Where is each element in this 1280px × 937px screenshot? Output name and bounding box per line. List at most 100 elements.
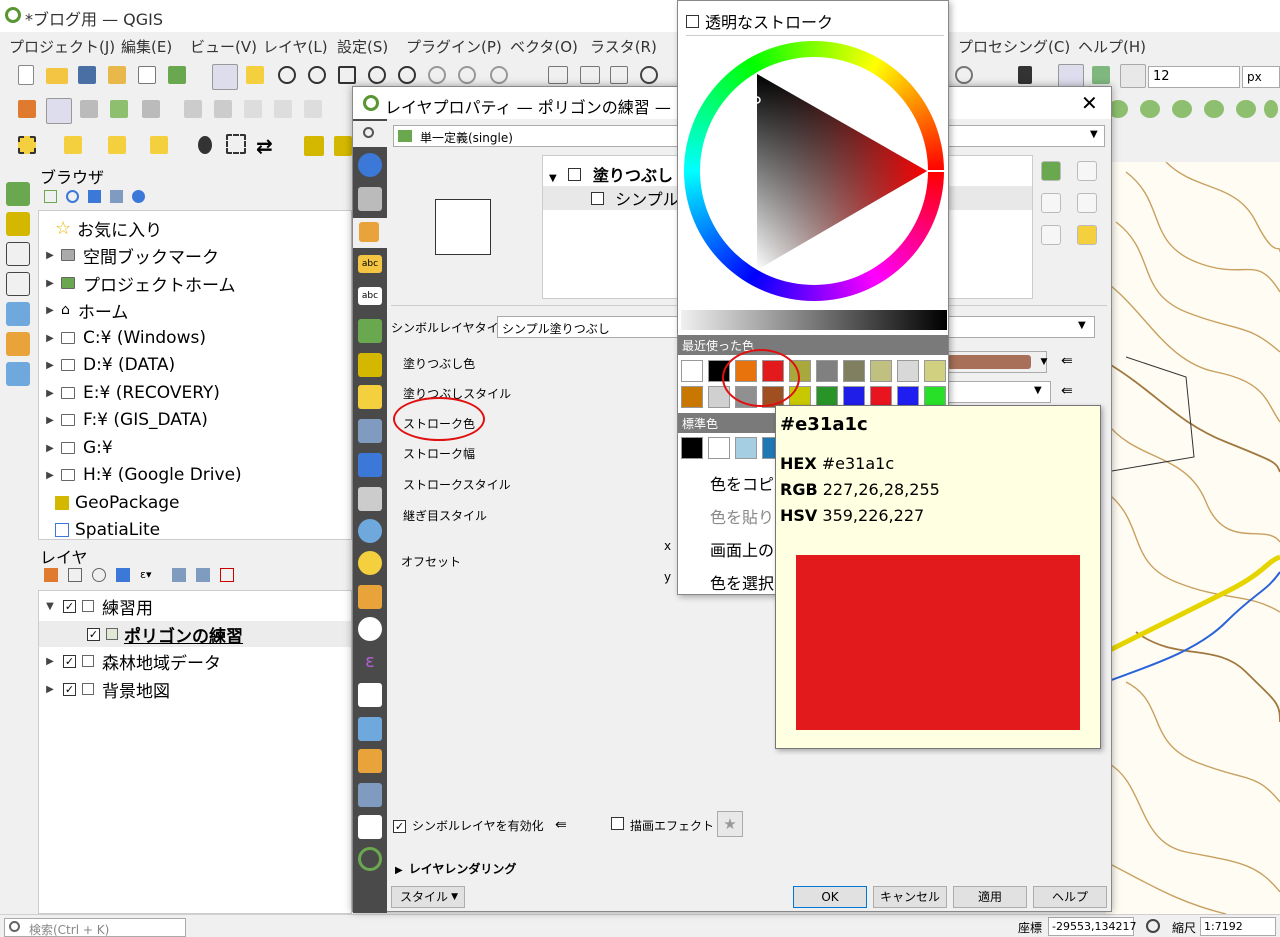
select-features-icon[interactable] [18, 136, 36, 154]
apply-button[interactable]: 適用 [953, 886, 1027, 908]
filter-legend-icon[interactable] [116, 568, 130, 582]
recent-swatch[interactable] [924, 360, 946, 382]
copy-features-icon[interactable] [274, 100, 292, 118]
browser-item-drive-f[interactable]: ▶ F:¥ (GIS_DATA) [43, 407, 208, 433]
add-virtual-layer-icon[interactable] [6, 362, 30, 386]
add-symbol-layer-icon[interactable] [1041, 161, 1061, 181]
browser-item-drive-e[interactable]: ▶ E:¥ (RECOVERY) [43, 380, 220, 406]
expand-arrow-icon[interactable]: ▶ [43, 443, 57, 454]
joins-tab-icon[interactable] [358, 453, 382, 477]
expression-filter-icon[interactable]: ε▾ [140, 568, 160, 582]
zoom-layer-icon[interactable] [368, 66, 386, 84]
save-edits-icon[interactable] [80, 100, 98, 118]
recent-swatch[interactable] [897, 360, 919, 382]
source-tab-icon[interactable] [358, 187, 382, 211]
menu-processing[interactable]: プロセシング(C) [958, 36, 1070, 57]
open-project-icon[interactable] [46, 68, 68, 84]
swap-arrows-icon[interactable]: ⇄ [256, 134, 273, 158]
zoom-native-icon[interactable] [428, 66, 446, 84]
recent-swatch[interactable] [681, 360, 703, 382]
browser-item-home[interactable]: ▶ ⌂ ホーム [43, 297, 128, 323]
sidebar-search[interactable] [353, 121, 387, 147]
digitize-shape-2-icon[interactable] [1140, 100, 1160, 118]
lock-scale-icon[interactable] [1146, 919, 1160, 933]
lock-color-icon[interactable] [1077, 225, 1097, 245]
run-feature-action-icon[interactable] [226, 134, 246, 154]
draw-effects-checkbox[interactable]: 描画エフェクト [611, 817, 714, 834]
data-defined-override-icon[interactable]: ⇚ [1061, 353, 1073, 369]
filter-icon[interactable] [88, 190, 101, 203]
pick-screen-color-item[interactable]: 画面上の [710, 537, 774, 561]
bookmark-icon[interactable] [610, 66, 628, 84]
add-spatialite-icon[interactable] [6, 272, 30, 296]
menu-help[interactable]: ヘルプ(H) [1078, 36, 1146, 57]
browser-item-drive-g[interactable]: ▶ G:¥ [43, 435, 113, 461]
layer-group-practice[interactable]: ▼ ✓ 練習用 [43, 593, 153, 619]
auxiliary-storage-tab-icon[interactable] [358, 487, 382, 511]
info-tab-icon[interactable] [358, 153, 382, 177]
add-group-icon[interactable] [68, 568, 82, 582]
snapping-unit-select[interactable]: px [1242, 66, 1280, 88]
coordinate-value[interactable]: -29553,134217 [1048, 917, 1136, 936]
expand-arrow-icon[interactable]: ▶ [43, 278, 57, 289]
new-project-icon[interactable] [18, 65, 34, 85]
qgis-logo-tab-icon[interactable] [358, 847, 382, 871]
digitize-shape-3-icon[interactable] [1172, 100, 1192, 118]
cancel-button[interactable]: キャンセル [873, 886, 947, 908]
effects-star-icon[interactable]: ★ [717, 811, 743, 837]
variables-tab-icon[interactable]: ε [358, 651, 382, 675]
recent-swatch[interactable] [870, 360, 892, 382]
expand-arrow-icon[interactable]: ▶ [43, 250, 57, 261]
expand-arrow-icon[interactable]: ▶ [43, 360, 57, 371]
scale-value[interactable]: 1:7192 [1200, 917, 1276, 936]
expand-arrow-icon[interactable]: ▶ [43, 656, 57, 667]
layer-group-background[interactable]: ▶ ✓ 背景地図 [43, 676, 170, 702]
alpha-slider[interactable] [681, 310, 947, 330]
add-delimited-text-icon[interactable] [6, 242, 30, 266]
identify-icon[interactable] [198, 136, 212, 154]
pan-selection-icon[interactable] [246, 66, 264, 84]
edit-pencil-icon[interactable] [18, 100, 36, 118]
delete-selected-icon[interactable] [214, 100, 232, 118]
snapping-tolerance-input[interactable]: 12 [1148, 66, 1240, 88]
standard-swatch[interactable] [681, 437, 703, 459]
print-layout-icon[interactable] [138, 66, 156, 84]
help-button[interactable]: ヘルプ [1033, 886, 1107, 908]
metadata-tab-icon[interactable] [358, 683, 382, 707]
clipboard-icon[interactable] [1018, 66, 1032, 84]
style-panel-icon[interactable] [44, 568, 58, 582]
menu-raster[interactable]: ラスタ(R) [590, 36, 657, 57]
visibility-checkbox[interactable]: ✓ [87, 627, 100, 641]
save-project-icon[interactable] [78, 66, 96, 84]
add-geopackage-icon[interactable] [6, 212, 30, 236]
select-location-icon[interactable] [150, 136, 168, 154]
expand-all-icon[interactable] [172, 568, 186, 582]
recent-swatch[interactable] [681, 386, 703, 408]
expand-arrow-icon[interactable]: ▶ [43, 415, 57, 426]
attributes-form-tab-icon[interactable] [358, 419, 382, 443]
expand-arrow-icon[interactable]: ▶ [43, 388, 57, 399]
add-vector-layer-icon[interactable] [6, 182, 30, 206]
browser-item-favorites[interactable]: ☆ お気に入り [55, 215, 162, 241]
visibility-checkbox[interactable]: ✓ [63, 599, 76, 613]
toggle-editing-icon[interactable] [46, 98, 72, 124]
choose-color-item[interactable]: 色を選択 [710, 570, 774, 594]
display-tab-icon[interactable] [358, 551, 382, 575]
cut-features-icon[interactable] [244, 100, 262, 118]
diagrams-tab-icon[interactable] [358, 353, 382, 377]
fill-color-dropdown[interactable]: ▼ [1037, 351, 1051, 373]
collapse-all-icon[interactable] [110, 190, 123, 203]
snapping-type-icon[interactable] [1120, 64, 1146, 88]
menu-edit[interactable]: 編集(E) [121, 36, 172, 57]
menu-project[interactable]: プロジェクト(J) [9, 36, 115, 57]
add-raster-icon[interactable] [6, 332, 30, 356]
vertex-tool-icon[interactable] [142, 100, 160, 118]
3d-cube-icon[interactable] [304, 136, 324, 156]
add-selected-icon[interactable] [44, 190, 57, 203]
snapping-vertex-icon[interactable] [1092, 66, 1110, 84]
color-wheel[interactable] [681, 38, 947, 304]
browser-item-project-home[interactable]: ▶ プロジェクトホーム [43, 270, 235, 296]
symbol-tree-root[interactable]: ▼ 塗りつぶし [549, 162, 673, 186]
qgis-server-tab-icon[interactable] [358, 783, 382, 807]
style-button[interactable]: スタイル ▼ [391, 886, 465, 908]
